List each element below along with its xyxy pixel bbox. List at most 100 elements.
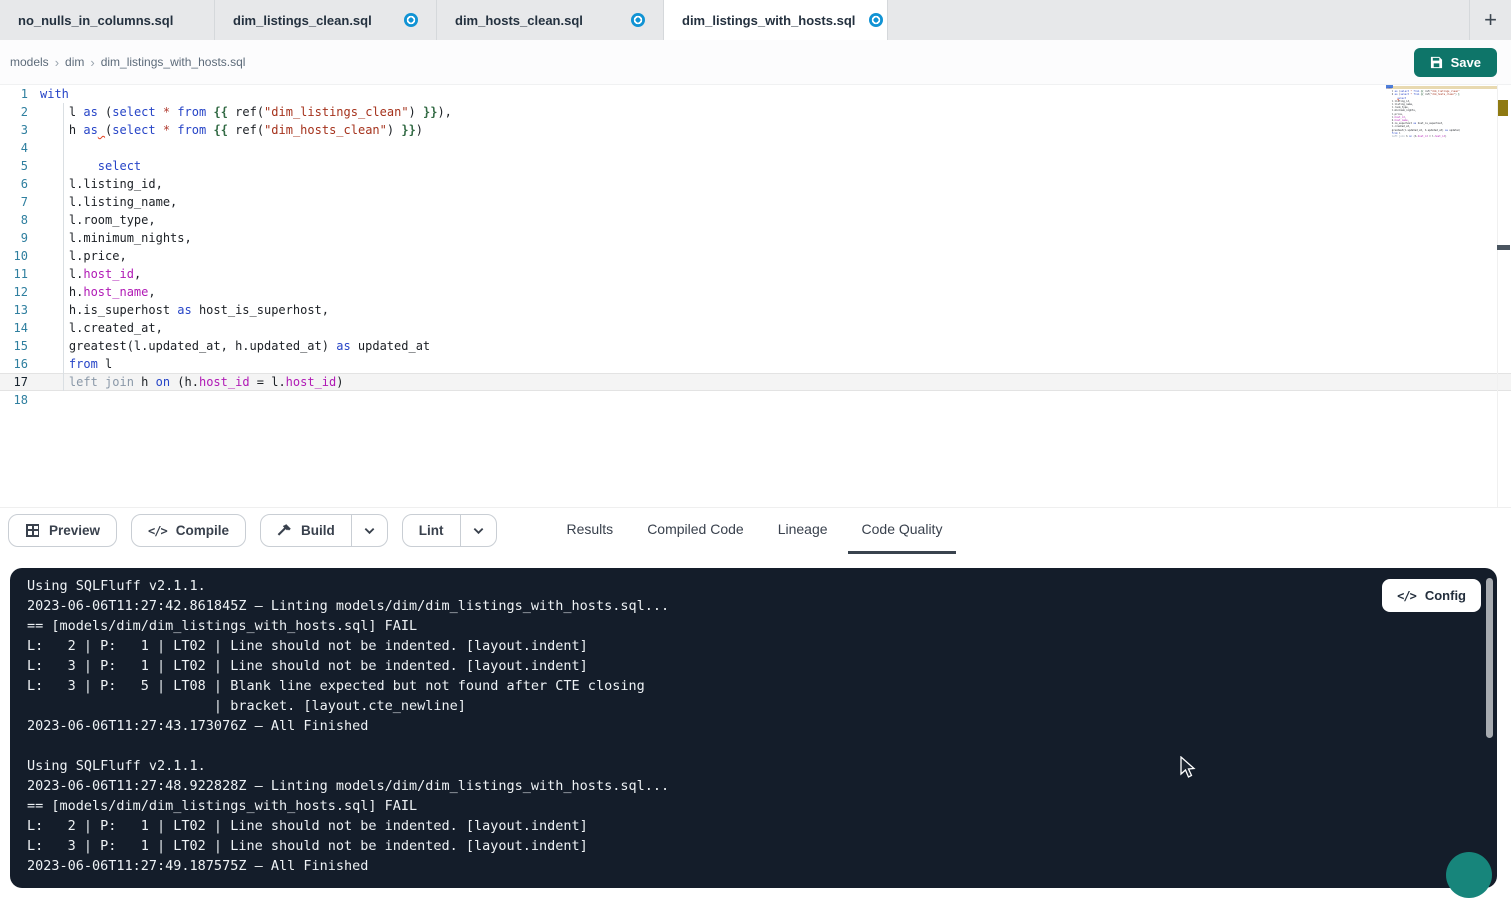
breadcrumb-item[interactable]: dim	[65, 55, 84, 69]
panel-tab-compiled-code[interactable]: Compiled Code	[633, 508, 758, 554]
code-token: as	[336, 339, 350, 353]
terminal-line: Using SQLFluff v2.1.1.	[27, 756, 1477, 776]
modified-indicator-icon[interactable]	[404, 13, 418, 27]
code-token: host_is_superhost,	[192, 303, 329, 317]
code-token: = l.	[250, 375, 286, 389]
code-text: h.is_superhost as host_is_superhost,	[40, 301, 329, 319]
overview-ruler[interactable]	[1497, 85, 1511, 507]
code-token: (h.	[170, 375, 199, 389]
panel-tab-lineage[interactable]: Lineage	[764, 508, 842, 554]
file-tab-dim_hosts_clean.sql[interactable]: dim_hosts_clean.sql	[437, 0, 664, 40]
line-number: 13	[0, 301, 40, 319]
line-number: 11	[0, 265, 40, 283]
code-token: ,	[134, 267, 141, 281]
save-icon	[1430, 56, 1443, 69]
terminal-line	[27, 736, 1477, 756]
code-token: "dim_hosts_clean"	[264, 123, 387, 137]
code-line-11[interactable]: 11 l.host_id,	[0, 265, 1511, 283]
code-token: }}	[423, 105, 437, 119]
file-tab-dim_listings_clean.sql[interactable]: dim_listings_clean.sql	[215, 0, 437, 40]
code-token: host_id	[286, 375, 337, 389]
code-text: l.created_at,	[40, 319, 163, 337]
code-token: greatest(l.updated_at, h.updated_at)	[40, 339, 336, 353]
file-tab-label: dim_listings_with_hosts.sql	[682, 13, 855, 28]
terminal-line: L: 2 | P: 1 | LT02 | Line should not be …	[27, 816, 1477, 836]
code-token: l.created_at,	[40, 321, 163, 335]
terminal-scrollbar[interactable]	[1486, 578, 1493, 738]
code-token: l.	[40, 267, 83, 281]
build-dropdown-chevron-icon[interactable]	[351, 515, 387, 546]
code-token: )	[416, 123, 423, 137]
code-line-4[interactable]: 4	[0, 139, 1511, 157]
file-tab-dim_listings_with_hosts.sql[interactable]: dim_listings_with_hosts.sql	[664, 0, 888, 40]
code-line-18[interactable]: 18	[0, 391, 1511, 409]
breadcrumb-separator-icon: ›	[55, 55, 59, 70]
terminal-line: 2023-06-06T11:27:42.861845Z — Linting mo…	[27, 596, 1477, 616]
code-line-7[interactable]: 7 l.listing_name,	[0, 193, 1511, 211]
modified-indicator-icon[interactable]	[631, 13, 645, 27]
button-label: Lint	[419, 523, 444, 538]
code-token: from	[69, 357, 98, 371]
panel-tab-bar: ResultsCompiled CodeLineageCode Quality	[553, 508, 957, 554]
line-number: 14	[0, 319, 40, 337]
code-line-6[interactable]: 6 l.listing_id,	[0, 175, 1511, 193]
code-line-2[interactable]: 2 l as (select * from {{ ref("dim_listin…	[0, 103, 1511, 121]
build-button[interactable]: Build	[261, 515, 351, 546]
panel-tab-results[interactable]: Results	[553, 508, 628, 554]
code-line-1[interactable]: 1with	[0, 85, 1511, 103]
code-token: as	[177, 303, 191, 317]
breadcrumb-item[interactable]: dim_listings_with_hosts.sql	[101, 55, 246, 69]
new-tab-button[interactable]: +	[1469, 0, 1511, 40]
panel-tab-code-quality[interactable]: Code Quality	[848, 508, 957, 554]
code-token: ref(	[228, 105, 264, 119]
code-line-13[interactable]: 13 h.is_superhost as host_is_superhost,	[0, 301, 1511, 319]
code-token: (	[98, 105, 112, 119]
help-fab-button[interactable]	[1446, 852, 1492, 898]
terminal-line: L: 2 | P: 1 | LT02 | Line should not be …	[27, 636, 1477, 656]
file-tab-no_nulls_in_columns.sql[interactable]: no_nulls_in_columns.sql	[0, 0, 215, 40]
compile-button[interactable]: </>Compile	[131, 514, 246, 547]
terminal-line: == [models/dim/dim_listings_with_hosts.s…	[27, 796, 1477, 816]
code-line-17[interactable]: 17 left join h on (h.host_id = l.host_id…	[0, 373, 1511, 391]
code-token: from	[177, 105, 206, 119]
code-token: *	[163, 105, 170, 119]
code-line-8[interactable]: 8 l.room_type,	[0, 211, 1511, 229]
code-line-9[interactable]: 9 l.minimum_nights,	[0, 229, 1511, 247]
save-button[interactable]: Save	[1414, 48, 1497, 77]
code-token: l	[40, 105, 83, 119]
code-token: ref(	[228, 123, 264, 137]
code-line-15[interactable]: 15 greatest(l.updated_at, h.updated_at) …	[0, 337, 1511, 355]
breadcrumb: models›dim›dim_listings_with_hosts.sql	[10, 55, 245, 70]
line-number: 6	[0, 175, 40, 193]
code-token: on	[156, 375, 170, 389]
minimap-highlight-band	[1387, 86, 1497, 89]
code-text: l.price,	[40, 247, 127, 265]
code-text: with	[40, 85, 69, 103]
code-text: l.room_type,	[40, 211, 156, 229]
code-line-16[interactable]: 16 from l	[0, 355, 1511, 373]
code-editor[interactable]: 1with2 l as (select * from {{ ref("dim_l…	[0, 85, 1511, 507]
code-token: updated_at	[351, 339, 430, 353]
button-label: Compile	[176, 523, 229, 538]
code-line-14[interactable]: 14 l.created_at,	[0, 319, 1511, 337]
code-text: greatest(l.updated_at, h.updated_at) as …	[40, 337, 430, 355]
code-line-12[interactable]: 12 h.host_name,	[0, 283, 1511, 301]
config-button[interactable]: </> Config	[1382, 579, 1481, 612]
lint-dropdown-chevron-icon[interactable]	[460, 515, 496, 546]
modified-indicator-icon[interactable]	[869, 13, 883, 27]
code-token: l	[98, 357, 112, 371]
code-quality-terminal[interactable]: Using SQLFluff v2.1.1. 2023-06-06T11:27:4…	[10, 568, 1497, 888]
code-line-5[interactable]: 5 select	[0, 157, 1511, 175]
code-line-3[interactable]: 3 h as (select * from {{ ref("dim_hosts_…	[0, 121, 1511, 139]
code-line-10[interactable]: 10 l.price,	[0, 247, 1511, 265]
code-token: )	[409, 105, 423, 119]
lint-button[interactable]: Lint	[403, 515, 460, 546]
table-icon	[25, 523, 40, 538]
terminal-line: 2023-06-06T11:27:43.173076Z — All Finish…	[27, 716, 1477, 736]
file-tab-bar: no_nulls_in_columns.sqldim_listings_clea…	[0, 0, 1511, 40]
preview-button[interactable]: Preview	[8, 514, 117, 547]
breadcrumb-item[interactable]: models	[10, 55, 49, 69]
line-number: 8	[0, 211, 40, 229]
code-token: h.is_superhost	[40, 303, 177, 317]
code-token: l.listing_id,	[40, 177, 163, 191]
